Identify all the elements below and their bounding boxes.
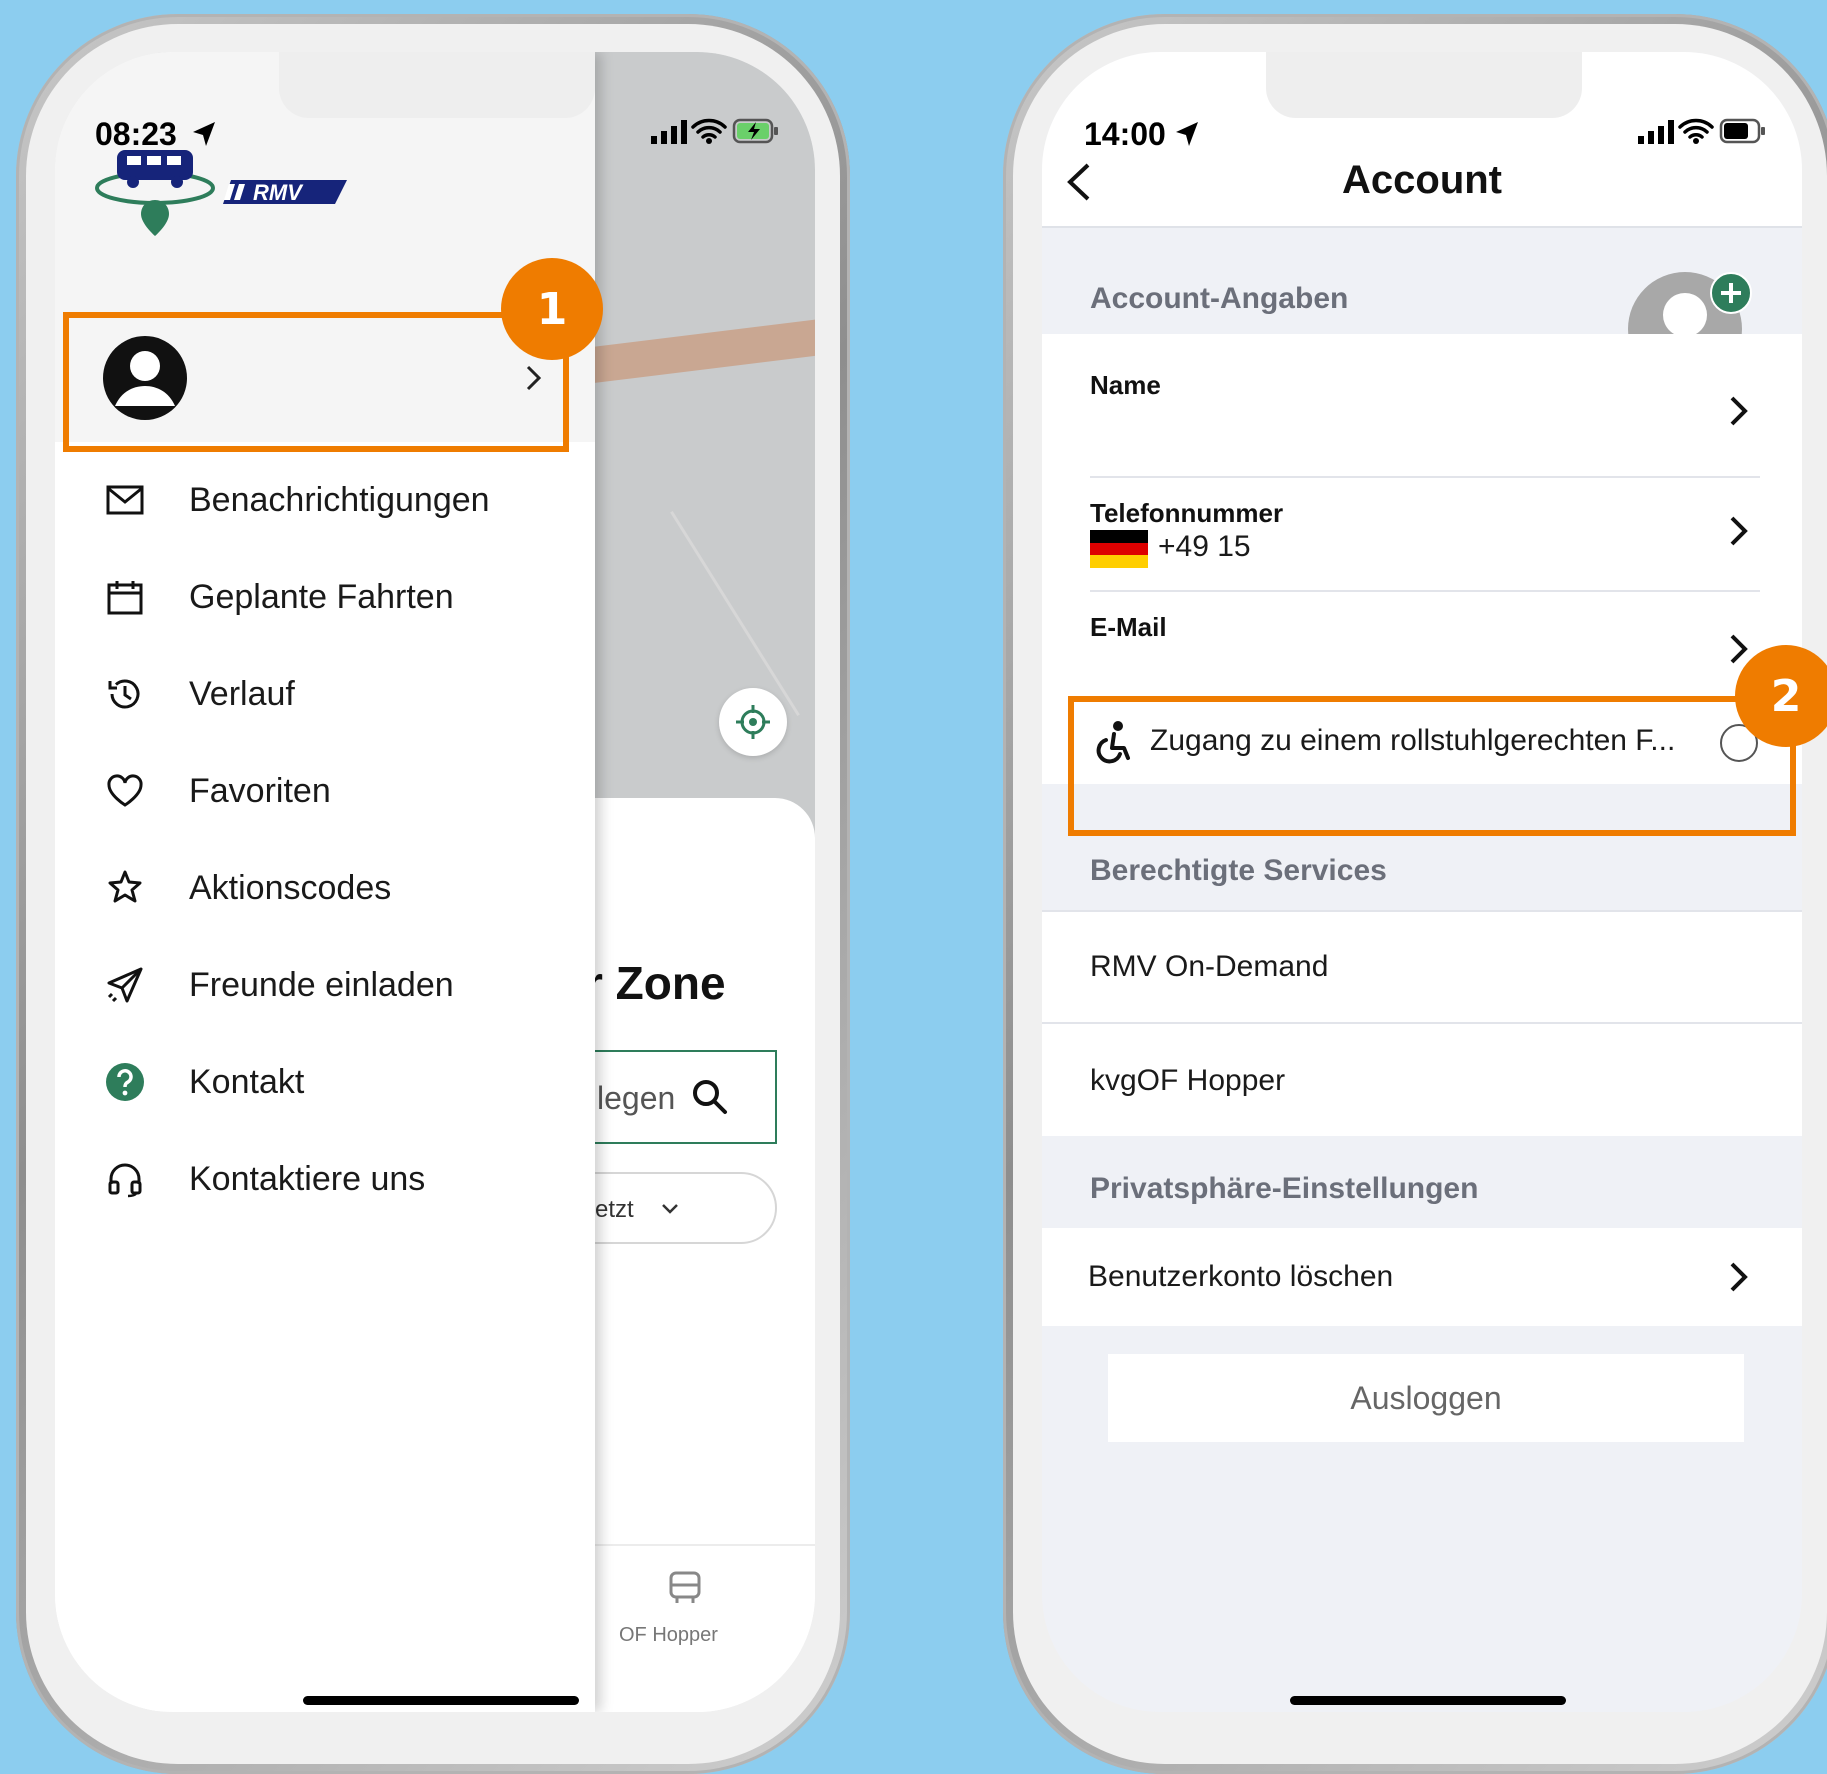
menu-item[interactable]: Freunde einladen xyxy=(105,955,454,1015)
menu-item-label: Verlauf xyxy=(189,674,295,713)
menu-item-label: Kontaktiere uns xyxy=(189,1159,426,1198)
paper-plane-icon xyxy=(105,965,145,1005)
help-circle-icon xyxy=(105,1062,145,1102)
menu-item-label: Freunde einladen xyxy=(189,965,454,1004)
notch xyxy=(279,52,595,118)
home-indicator xyxy=(303,1696,579,1705)
menu-item-label: Favoriten xyxy=(189,771,331,810)
chevron-down-icon xyxy=(662,1204,678,1214)
delete-account-label: Benutzerkonto löschen xyxy=(1088,1260,1394,1293)
delete-account-row[interactable]: Benutzerkonto löschen xyxy=(1042,1228,1802,1326)
heart-icon xyxy=(105,771,145,811)
crosshair-icon xyxy=(736,705,770,739)
phone-row[interactable]: Telefonnummer +49 15 xyxy=(1042,478,1802,590)
menu-item[interactable]: Geplante Fahrten xyxy=(105,567,454,627)
envelope-icon xyxy=(105,480,145,520)
section-title-services: Berechtigte Services xyxy=(1090,854,1387,887)
chevron-right-icon xyxy=(1730,396,1748,426)
map-path xyxy=(670,510,800,717)
highlight-box-2 xyxy=(1068,696,1796,836)
home-indicator xyxy=(1290,1696,1566,1705)
notch xyxy=(1266,52,1582,118)
status-time: 14:00 xyxy=(1084,116,1166,152)
menu-item-label: Geplante Fahrten xyxy=(189,577,454,616)
service-item: RMV On-Demand xyxy=(1090,950,1329,983)
section-title-account: Account-Angaben xyxy=(1090,282,1349,315)
menu-item-label: Aktionscodes xyxy=(189,868,392,907)
phone-label: Telefonnummer xyxy=(1090,498,1284,528)
section-title-privacy: Privatsphäre-Einstellungen xyxy=(1090,1172,1479,1205)
right-phone-screen: Account Account-Angaben Name Telefonnumm… xyxy=(1042,52,1802,1712)
page-title: Account xyxy=(1342,158,1502,202)
highlight-box-1 xyxy=(63,312,569,452)
email-row[interactable]: E-Mail xyxy=(1042,592,1802,702)
wifi-icon xyxy=(1678,118,1715,144)
phone-value: +49 15 xyxy=(1158,530,1251,563)
menu-item[interactable]: Kontaktiere uns xyxy=(105,1149,425,1209)
signal-icon xyxy=(651,120,687,144)
menu-item[interactable]: Aktionscodes xyxy=(105,858,391,918)
callout-badge-1: 1 xyxy=(501,258,603,360)
menu-item[interactable]: Verlauf xyxy=(105,664,295,724)
battery-charging-icon xyxy=(732,118,778,144)
search-text: legen xyxy=(597,1080,676,1116)
name-row[interactable]: Name xyxy=(1042,334,1802,456)
left-phone-screen: r Zone legen Jetzt OF Hopper RMV Benachr… xyxy=(55,52,815,1712)
location-arrow-icon xyxy=(193,122,215,146)
menu-item-label: Benachrichtigungen xyxy=(189,480,490,519)
add-photo-icon[interactable] xyxy=(1710,272,1752,314)
vehicle-icon xyxy=(669,1571,701,1603)
menu-item[interactable]: Benachrichtigungen xyxy=(105,470,490,530)
signal-icon xyxy=(1638,120,1674,144)
calendar-icon xyxy=(105,577,145,617)
wifi-icon xyxy=(691,118,728,144)
history-icon xyxy=(105,674,145,714)
location-arrow-icon xyxy=(1176,122,1198,146)
status-icons xyxy=(651,118,780,149)
logout-label: Ausloggen xyxy=(1350,1379,1502,1416)
tag-star-icon xyxy=(105,868,145,908)
menu-item-label: Kontakt xyxy=(189,1062,305,1101)
status-icons xyxy=(1638,118,1767,149)
menu-item[interactable]: Kontakt xyxy=(105,1052,304,1112)
locate-button[interactable] xyxy=(719,688,787,756)
logout-button[interactable]: Ausloggen xyxy=(1108,1354,1744,1442)
service-item: kvgOF Hopper xyxy=(1090,1064,1286,1097)
name-label: Name xyxy=(1090,370,1161,400)
email-label: E-Mail xyxy=(1090,612,1167,642)
divider xyxy=(1042,1022,1802,1024)
chevron-right-icon xyxy=(1730,516,1748,546)
headset-icon xyxy=(105,1159,145,1199)
germany-flag-icon xyxy=(1090,530,1148,568)
battery-icon xyxy=(1719,118,1765,144)
menu-item[interactable]: Favoriten xyxy=(105,761,331,821)
status-time: 08:23 xyxy=(95,116,177,152)
tab-hopper[interactable]: OF Hopper xyxy=(615,1568,795,1658)
search-icon xyxy=(693,1080,727,1114)
callout-badge-2: 2 xyxy=(1735,645,1827,747)
sheet-title: r Zone xyxy=(585,957,726,1009)
tab-hopper-label: OF Hopper xyxy=(619,1624,718,1646)
chevron-right-icon xyxy=(1730,1262,1748,1292)
